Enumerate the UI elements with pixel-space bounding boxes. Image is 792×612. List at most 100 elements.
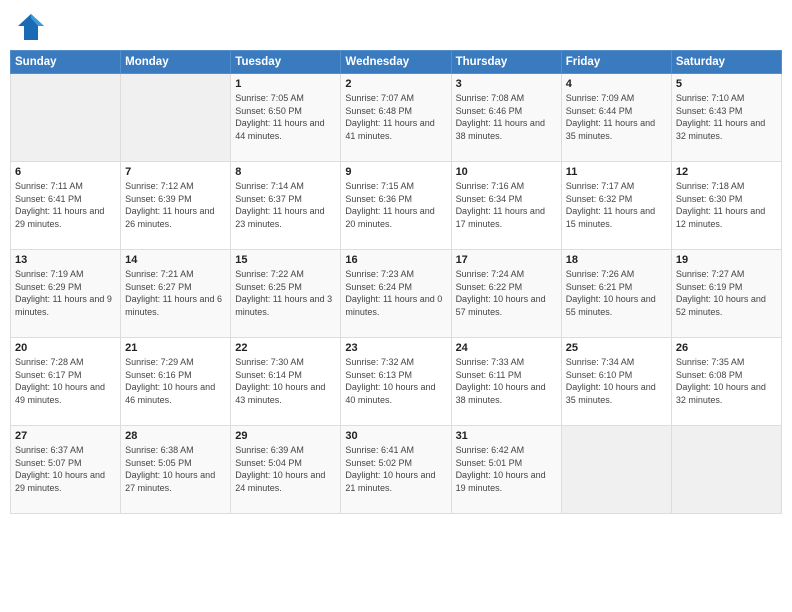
day-info: Sunrise: 6:37 AMSunset: 5:07 PMDaylight:…: [15, 445, 105, 493]
day-info: Sunrise: 7:21 AMSunset: 6:27 PMDaylight:…: [125, 269, 222, 317]
day-cell: 11Sunrise: 7:17 AMSunset: 6:32 PMDayligh…: [561, 162, 671, 250]
day-number: 1: [235, 78, 336, 90]
day-cell: 12 Sunrise: 7:18 AMSunset: 6:30 PMDayligh…: [671, 162, 781, 250]
day-info: Sunrise: 6:41 AMSunset: 5:02 PMDaylight:…: [345, 445, 435, 493]
day-cell: 8 Sunrise: 7:14 AMSunset: 6:37 PMDaylight…: [231, 162, 341, 250]
day-info: Sunrise: 7:10 AMSunset: 6:43 PMDaylight:…: [676, 93, 765, 141]
day-cell: 19 Sunrise: 7:27 AMSunset: 6:19 PMDayligh…: [671, 250, 781, 338]
day-number: 29: [235, 430, 336, 442]
day-number: 17: [456, 254, 557, 266]
week-row-2: 6Sunrise: 7:11 AMSunset: 6:41 PMDaylight…: [11, 162, 782, 250]
day-cell: 31 Sunrise: 6:42 AMSunset: 5:01 PMDayligh…: [451, 426, 561, 514]
header-day-wednesday: Wednesday: [341, 51, 451, 74]
day-number: 18: [566, 254, 667, 266]
day-number: 4: [566, 78, 667, 90]
day-info: Sunrise: 7:23 AMSunset: 6:24 PMDaylight:…: [345, 269, 442, 317]
day-number: 30: [345, 430, 446, 442]
day-cell: [11, 74, 121, 162]
day-cell: [671, 426, 781, 514]
day-cell: 5 Sunrise: 7:10 AMSunset: 6:43 PMDaylight…: [671, 74, 781, 162]
day-number: 20: [15, 342, 116, 354]
calendar-table: SundayMondayTuesdayWednesdayThursdayFrid…: [10, 50, 782, 514]
day-number: 26: [676, 342, 777, 354]
day-number: 3: [456, 78, 557, 90]
day-cell: 24 Sunrise: 7:33 AMSunset: 6:11 PMDayligh…: [451, 338, 561, 426]
day-info: Sunrise: 7:14 AMSunset: 6:37 PMDaylight:…: [235, 181, 324, 229]
week-row-3: 13 Sunrise: 7:19 AMSunset: 6:29 PMDayligh…: [11, 250, 782, 338]
day-cell: [561, 426, 671, 514]
header-day-saturday: Saturday: [671, 51, 781, 74]
header-day-friday: Friday: [561, 51, 671, 74]
day-cell: 9Sunrise: 7:15 AMSunset: 6:36 PMDaylight…: [341, 162, 451, 250]
day-number: 21: [125, 342, 226, 354]
day-cell: 29 Sunrise: 6:39 AMSunset: 5:04 PMDayligh…: [231, 426, 341, 514]
day-number: 6: [15, 166, 116, 178]
week-row-5: 27Sunrise: 6:37 AMSunset: 5:07 PMDayligh…: [11, 426, 782, 514]
day-cell: 1 Sunrise: 7:05 AMSunset: 6:50 PMDaylight…: [231, 74, 341, 162]
day-info: Sunrise: 7:26 AMSunset: 6:21 PMDaylight:…: [566, 269, 656, 317]
day-number: 8: [235, 166, 336, 178]
day-number: 14: [125, 254, 226, 266]
day-cell: 27Sunrise: 6:37 AMSunset: 5:07 PMDayligh…: [11, 426, 121, 514]
logo-icon: [16, 12, 46, 42]
page: SundayMondayTuesdayWednesdayThursdayFrid…: [0, 0, 792, 612]
header: [0, 0, 792, 50]
day-info: Sunrise: 7:29 AMSunset: 6:16 PMDaylight:…: [125, 357, 215, 405]
day-cell: 10Sunrise: 7:16 AMSunset: 6:34 PMDayligh…: [451, 162, 561, 250]
day-info: Sunrise: 7:33 AMSunset: 6:11 PMDaylight:…: [456, 357, 546, 405]
day-cell: 7Sunrise: 7:12 AMSunset: 6:39 PMDaylight…: [121, 162, 231, 250]
day-number: 16: [345, 254, 446, 266]
day-info: Sunrise: 6:38 AMSunset: 5:05 PMDaylight:…: [125, 445, 215, 493]
day-info: Sunrise: 7:35 AMSunset: 6:08 PMDaylight:…: [676, 357, 766, 405]
day-info: Sunrise: 7:07 AMSunset: 6:48 PMDaylight:…: [345, 93, 434, 141]
day-number: 2: [345, 78, 446, 90]
day-number: 15: [235, 254, 336, 266]
day-info: Sunrise: 7:05 AMSunset: 6:50 PMDaylight:…: [235, 93, 324, 141]
day-number: 7: [125, 166, 226, 178]
day-cell: 25 Sunrise: 7:34 AMSunset: 6:10 PMDayligh…: [561, 338, 671, 426]
week-row-4: 20 Sunrise: 7:28 AMSunset: 6:17 PMDayligh…: [11, 338, 782, 426]
day-cell: 16 Sunrise: 7:23 AMSunset: 6:24 PMDayligh…: [341, 250, 451, 338]
day-info: Sunrise: 7:18 AMSunset: 6:30 PMDaylight:…: [676, 181, 765, 229]
day-info: Sunrise: 7:27 AMSunset: 6:19 PMDaylight:…: [676, 269, 766, 317]
day-info: Sunrise: 7:22 AMSunset: 6:25 PMDaylight:…: [235, 269, 332, 317]
day-number: 23: [345, 342, 446, 354]
day-cell: 23Sunrise: 7:32 AMSunset: 6:13 PMDayligh…: [341, 338, 451, 426]
day-number: 5: [676, 78, 777, 90]
day-cell: 15 Sunrise: 7:22 AMSunset: 6:25 PMDayligh…: [231, 250, 341, 338]
day-info: Sunrise: 7:19 AMSunset: 6:29 PMDaylight:…: [15, 269, 112, 317]
day-number: 24: [456, 342, 557, 354]
day-cell: 14 Sunrise: 7:21 AMSunset: 6:27 PMDayligh…: [121, 250, 231, 338]
day-info: Sunrise: 7:30 AMSunset: 6:14 PMDaylight:…: [235, 357, 325, 405]
day-cell: 13 Sunrise: 7:19 AMSunset: 6:29 PMDayligh…: [11, 250, 121, 338]
day-cell: 2 Sunrise: 7:07 AMSunset: 6:48 PMDaylight…: [341, 74, 451, 162]
day-info: Sunrise: 7:09 AMSunset: 6:44 PMDaylight:…: [566, 93, 655, 141]
day-info: Sunrise: 6:39 AMSunset: 5:04 PMDaylight:…: [235, 445, 325, 493]
day-number: 12: [676, 166, 777, 178]
header-day-monday: Monday: [121, 51, 231, 74]
day-number: 31: [456, 430, 557, 442]
day-cell: 30 Sunrise: 6:41 AMSunset: 5:02 PMDayligh…: [341, 426, 451, 514]
day-info: Sunrise: 7:28 AMSunset: 6:17 PMDaylight:…: [15, 357, 105, 405]
day-cell: 17 Sunrise: 7:24 AMSunset: 6:22 PMDayligh…: [451, 250, 561, 338]
day-cell: 22 Sunrise: 7:30 AMSunset: 6:14 PMDayligh…: [231, 338, 341, 426]
day-info: Sunrise: 7:24 AMSunset: 6:22 PMDaylight:…: [456, 269, 546, 317]
day-cell: 20 Sunrise: 7:28 AMSunset: 6:17 PMDayligh…: [11, 338, 121, 426]
calendar-header-row: SundayMondayTuesdayWednesdayThursdayFrid…: [11, 51, 782, 74]
day-cell: 4 Sunrise: 7:09 AMSunset: 6:44 PMDaylight…: [561, 74, 671, 162]
day-number: 28: [125, 430, 226, 442]
day-info: Sunrise: 6:42 AMSunset: 5:01 PMDaylight:…: [456, 445, 546, 493]
day-info: Sunrise: 7:08 AMSunset: 6:46 PMDaylight:…: [456, 93, 545, 141]
day-number: 19: [676, 254, 777, 266]
day-number: 25: [566, 342, 667, 354]
day-number: 9: [345, 166, 446, 178]
day-cell: 26 Sunrise: 7:35 AMSunset: 6:08 PMDayligh…: [671, 338, 781, 426]
day-number: 22: [235, 342, 336, 354]
logo: [16, 12, 50, 42]
header-day-sunday: Sunday: [11, 51, 121, 74]
day-number: 13: [15, 254, 116, 266]
day-info: Sunrise: 7:34 AMSunset: 6:10 PMDaylight:…: [566, 357, 656, 405]
header-day-thursday: Thursday: [451, 51, 561, 74]
day-cell: [121, 74, 231, 162]
day-cell: 21 Sunrise: 7:29 AMSunset: 6:16 PMDayligh…: [121, 338, 231, 426]
